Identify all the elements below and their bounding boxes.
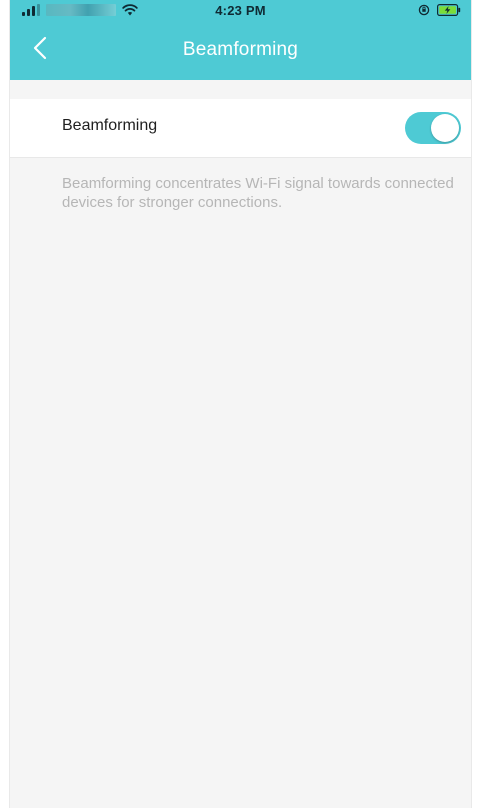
page-title: Beamforming — [182, 39, 299, 60]
beamforming-toggle[interactable] — [405, 112, 461, 144]
beamforming-description: Beamforming concentrates Wi-Fi signal to… — [62, 175, 454, 211]
battery-charging-icon — [437, 4, 461, 16]
toggle-knob — [431, 114, 459, 142]
beamforming-setting-row: Beamforming — [10, 99, 471, 158]
navigation-bar: Beamforming — [10, 20, 471, 80]
app-screen: 4:23 PM Beamforming Beamforming Beamform… — [9, 0, 472, 808]
status-time: 4:23 PM — [215, 3, 266, 18]
status-bar-right — [418, 3, 461, 17]
orientation-lock-icon — [418, 4, 430, 16]
status-bar: 4:23 PM — [10, 0, 471, 20]
beamforming-label: Beamforming — [62, 117, 158, 134]
